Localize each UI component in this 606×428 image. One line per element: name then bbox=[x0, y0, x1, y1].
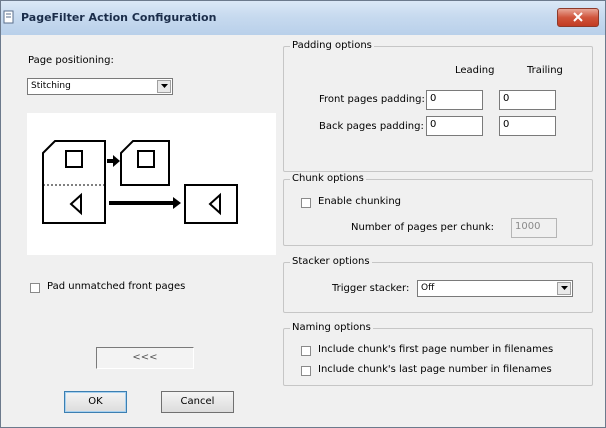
page-positioning-dropdown-button[interactable] bbox=[157, 80, 171, 93]
title-bar[interactable]: PageFilter Action Configuration bbox=[1, 1, 605, 35]
include-first-page-checkbox[interactable] bbox=[301, 346, 311, 356]
back-trailing-input[interactable]: 0 bbox=[499, 116, 556, 136]
close-button[interactable] bbox=[557, 8, 599, 27]
dialog-window: PageFilter Action Configuration Page pos… bbox=[0, 0, 606, 428]
chunk-options-title: Chunk options bbox=[290, 173, 366, 184]
back-leading-input[interactable]: 0 bbox=[426, 116, 483, 136]
include-last-page-checkbox[interactable] bbox=[301, 366, 311, 376]
app-icon bbox=[1, 9, 17, 25]
stacker-options-group: Stacker options Trigger stacker: Off bbox=[283, 256, 593, 313]
pad-unmatched-checkbox[interactable] bbox=[30, 283, 40, 293]
trigger-stacker-label: Trigger stacker: bbox=[332, 283, 410, 294]
pages-per-chunk-label: Number of pages per chunk: bbox=[351, 222, 494, 233]
cancel-button[interactable]: Cancel bbox=[161, 391, 234, 413]
front-padding-label: Front pages padding: bbox=[319, 94, 425, 105]
chevron-down-icon bbox=[161, 84, 168, 88]
padding-options-title: Padding options bbox=[290, 40, 374, 51]
dialog-client-area: Page positioning: Stitching Pad unmatche… bbox=[1, 35, 605, 427]
trigger-stacker-select[interactable]: Off bbox=[417, 280, 573, 297]
include-last-page-label[interactable]: Include chunk's last page number in file… bbox=[318, 364, 552, 375]
close-icon bbox=[573, 12, 583, 22]
padding-options-group: Padding options Leading Trailing Front p… bbox=[283, 40, 593, 172]
trigger-stacker-value: Off bbox=[421, 283, 435, 293]
front-leading-input[interactable]: 0 bbox=[426, 90, 483, 110]
page-positioning-preview bbox=[27, 113, 276, 255]
page-positioning-select[interactable]: Stitching bbox=[27, 78, 173, 95]
front-trailing-input[interactable]: 0 bbox=[499, 90, 556, 110]
naming-options-group: Naming options Include chunk's first pag… bbox=[283, 322, 593, 386]
leading-column-header: Leading bbox=[455, 65, 495, 76]
window-title: PageFilter Action Configuration bbox=[21, 11, 217, 24]
collapse-button[interactable]: <<< bbox=[96, 347, 194, 369]
page-positioning-label: Page positioning: bbox=[28, 55, 114, 66]
chunk-options-group: Chunk options Enable chunking Number of … bbox=[283, 173, 593, 246]
enable-chunking-label[interactable]: Enable chunking bbox=[318, 196, 401, 207]
chevron-down-icon bbox=[561, 286, 568, 290]
stacker-options-title: Stacker options bbox=[290, 256, 372, 267]
page-stitching-diagram-icon bbox=[42, 140, 238, 224]
ok-button[interactable]: OK bbox=[64, 391, 127, 413]
trailing-column-header: Trailing bbox=[527, 65, 563, 76]
enable-chunking-checkbox[interactable] bbox=[301, 198, 311, 208]
back-padding-label: Back pages padding: bbox=[319, 121, 424, 132]
naming-options-title: Naming options bbox=[290, 322, 373, 333]
page-positioning-value: Stitching bbox=[31, 81, 71, 91]
trigger-stacker-dropdown-button[interactable] bbox=[557, 282, 571, 295]
pages-per-chunk-input[interactable]: 1000 bbox=[511, 218, 557, 238]
pad-unmatched-label[interactable]: Pad unmatched front pages bbox=[47, 281, 185, 292]
include-first-page-label[interactable]: Include chunk's first page number in fil… bbox=[318, 344, 553, 355]
